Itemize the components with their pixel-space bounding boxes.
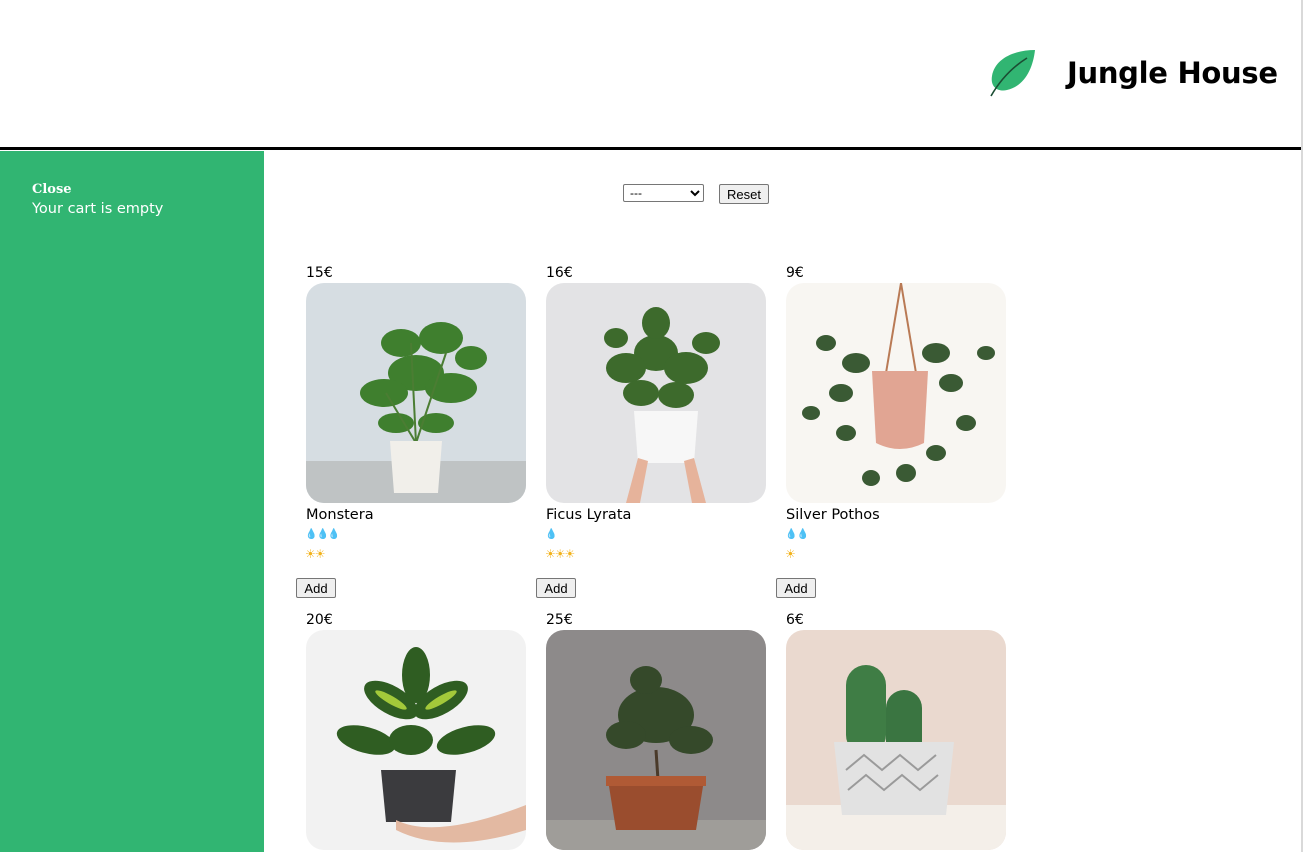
plant-price: 6€ — [786, 612, 804, 628]
plant-price: 20€ — [306, 612, 333, 628]
app-title: Jungle House — [1067, 56, 1278, 90]
leaf-icon — [990, 50, 1035, 97]
plant-price: 15€ — [306, 265, 333, 281]
water-icon: 💧 — [545, 529, 557, 540]
cart-sidebar: Close Your cart is empty — [0, 151, 264, 852]
add-to-cart-button[interactable]: Add — [776, 578, 816, 598]
sun-icon: ☀☀☀ — [545, 547, 575, 561]
plant-image-monstera[interactable] — [306, 283, 526, 503]
plant-price: 25€ — [546, 612, 573, 628]
plant-image-olive-tree[interactable] — [546, 630, 766, 850]
plant-image-ficus-lyrata[interactable] — [546, 283, 766, 503]
water-icon: 💧💧💧 — [305, 529, 340, 540]
plant-image-calathea[interactable] — [306, 630, 526, 850]
category-select[interactable]: --- — [623, 184, 704, 202]
plant-price: 9€ — [786, 265, 804, 281]
sun-icon: ☀ — [785, 547, 796, 561]
add-to-cart-button[interactable]: Add — [536, 578, 576, 598]
sun-icon: ☀☀ — [305, 547, 325, 561]
plant-name: Silver Pothos — [786, 507, 880, 523]
water-icon: 💧💧 — [785, 529, 809, 540]
add-to-cart-button[interactable]: Add — [296, 578, 336, 598]
reset-button[interactable]: Reset — [719, 184, 769, 204]
plant-name: Monstera — [306, 507, 374, 523]
header-banner: Jungle House — [0, 0, 1303, 150]
plant-image-silver-pothos[interactable] — [786, 283, 1006, 503]
plant-price: 16€ — [546, 265, 573, 281]
plant-image-cactus[interactable] — [786, 630, 1006, 850]
close-cart-button[interactable]: Close — [32, 182, 72, 197]
plant-name: Ficus Lyrata — [546, 507, 632, 523]
cart-empty-message: Your cart is empty — [32, 201, 164, 217]
